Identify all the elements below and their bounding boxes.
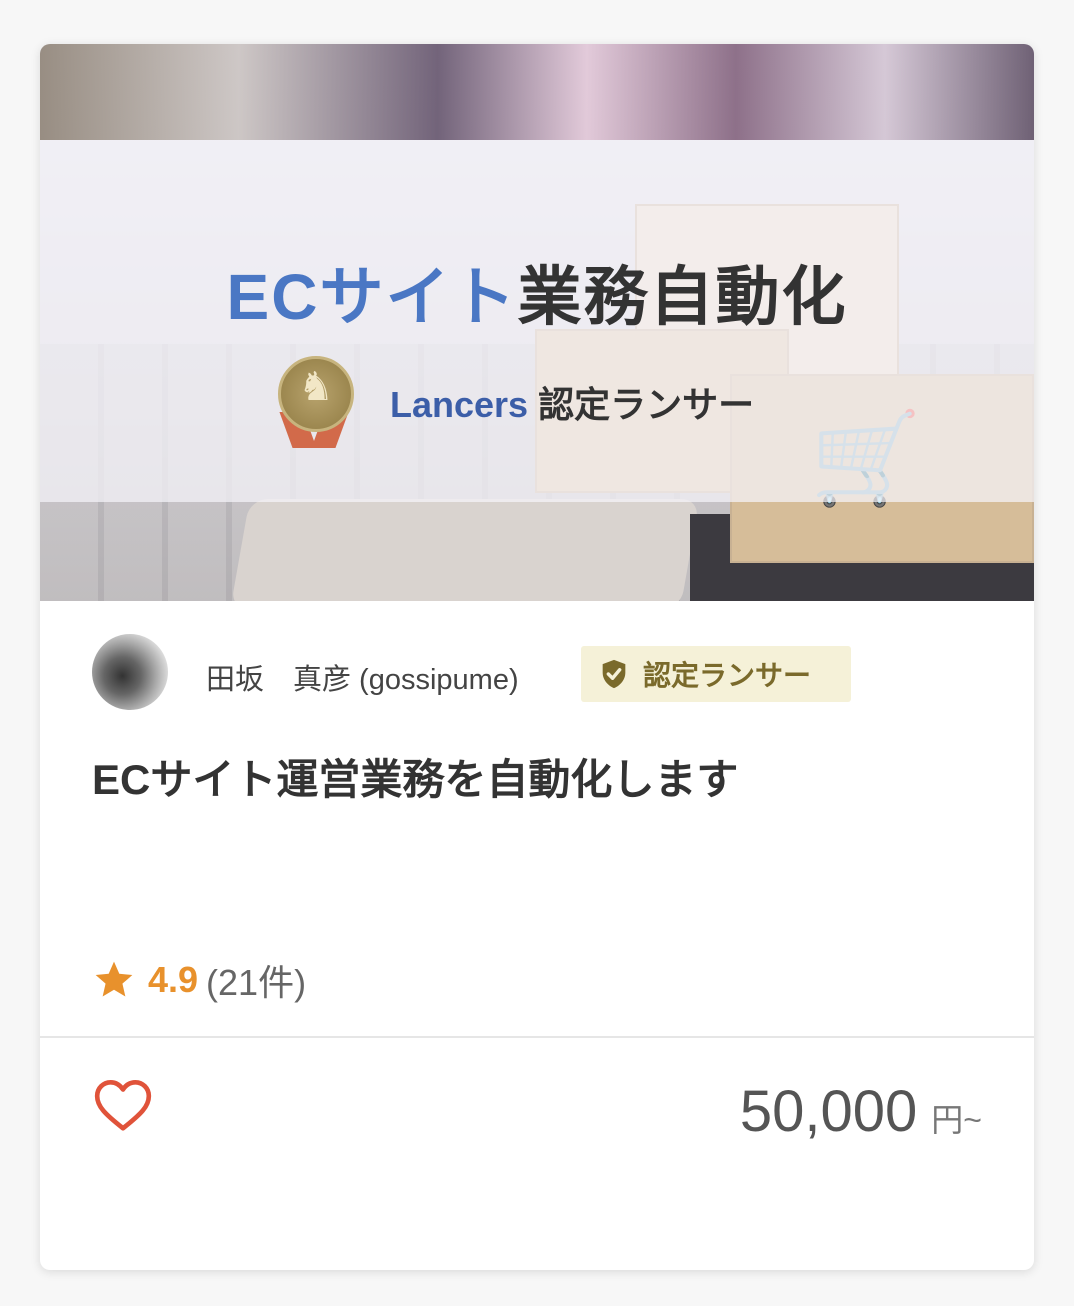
heart-icon[interactable] xyxy=(92,1074,154,1136)
certified-badge: 認定ランサー xyxy=(581,646,851,702)
service-thumbnail[interactable]: 🛒 ECサイト業務自動化 ♞ Lancers 認定ランサー xyxy=(40,44,1034,601)
price-amount: 50,000 xyxy=(739,1079,918,1144)
thumbnail-title: ECサイト業務自動化 xyxy=(40,246,1034,338)
badge-label: 認定ランサー xyxy=(643,660,812,691)
thumbnail-subtitle: Lancers 認定ランサー xyxy=(390,376,754,428)
thumbnail-brand: Lancers xyxy=(390,384,529,425)
divider xyxy=(40,1036,1034,1038)
price: 50,000 円~ xyxy=(740,1078,982,1145)
thumbnail-title-accent: ECサイト xyxy=(226,261,518,333)
service-title[interactable]: ECサイト運営業務を自動化します xyxy=(92,746,738,807)
avatar[interactable] xyxy=(92,634,168,710)
price-unit: 円~ xyxy=(931,1102,982,1138)
rating-score: 4.9 xyxy=(148,959,199,1000)
service-card[interactable]: 🛒 ECサイト業務自動化 ♞ Lancers 認定ランサー 田坂 真彦 (gos… xyxy=(40,44,1034,1270)
medal-emblem-icon: ♞ xyxy=(298,365,334,409)
seller-name[interactable]: 田坂 真彦 (gossipume) xyxy=(206,656,519,698)
rating: 4.9 (21件) xyxy=(92,954,306,1006)
thumbnail-title-rest: 業務自動化 xyxy=(517,261,848,333)
thumbnail-background xyxy=(40,44,1034,140)
thumbnail-sub-label: 認定ランサー xyxy=(538,384,755,425)
star-icon xyxy=(95,961,133,997)
shield-check-icon xyxy=(602,659,626,689)
rating-count: (21件) xyxy=(206,962,307,1003)
thumbnail-trackpad xyxy=(230,499,700,601)
